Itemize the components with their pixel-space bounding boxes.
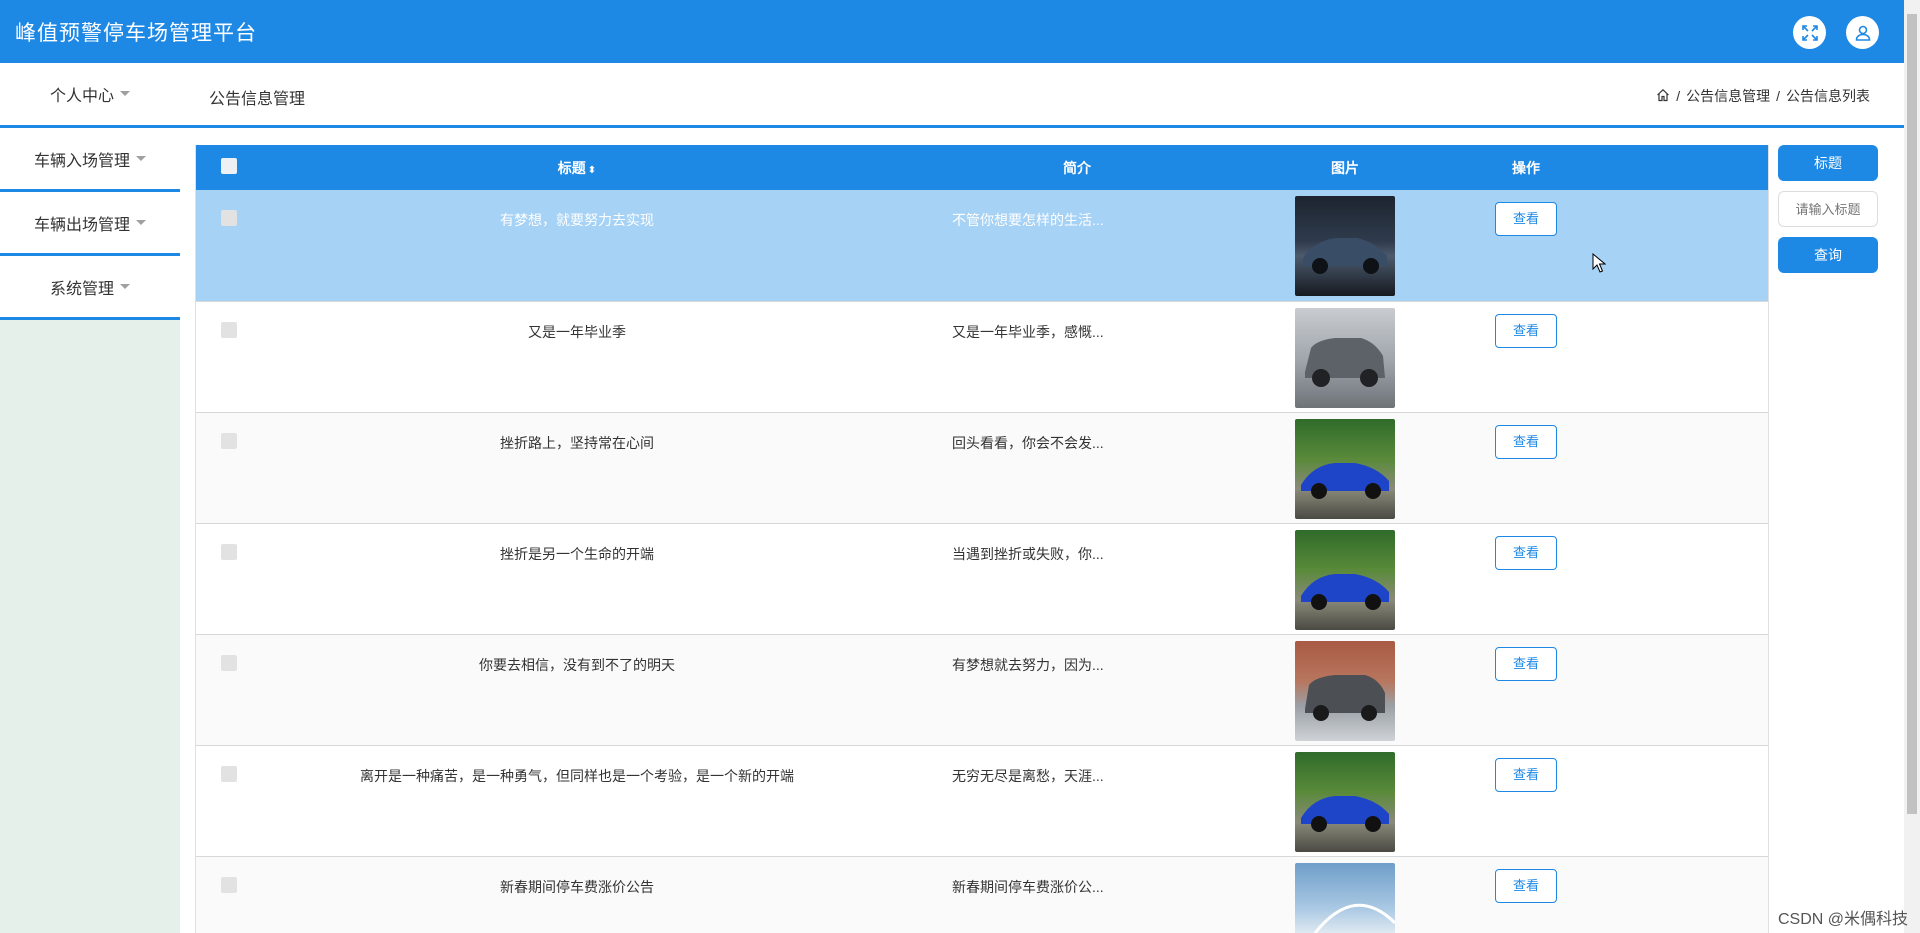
- query-button[interactable]: 查询: [1778, 237, 1878, 273]
- row-checkbox[interactable]: [221, 210, 237, 226]
- title-filter-button[interactable]: 标题: [1778, 145, 1878, 181]
- row-checkbox[interactable]: [221, 543, 237, 560]
- view-button[interactable]: 查看: [1495, 202, 1557, 236]
- row-checkbox[interactable]: [221, 876, 237, 893]
- caret-down-icon: [120, 284, 130, 289]
- header-action: 操作: [1512, 159, 1540, 176]
- row-title: 你要去相信，没有到不了的明天: [479, 656, 675, 673]
- header-image: 图片: [1331, 159, 1359, 176]
- row-title: 挫折是另一个生命的开端: [500, 545, 654, 562]
- table-row[interactable]: 挫折是另一个生命的开端 当遇到挫折或失败，你... 查看: [196, 523, 1768, 634]
- row-title: 有梦想，就要努力去实现: [500, 212, 654, 228]
- fullscreen-icon[interactable]: [1793, 16, 1826, 49]
- user-icon[interactable]: [1846, 16, 1879, 49]
- table-row[interactable]: 你要去相信，没有到不了的明天 有梦想就去努力，因为... 查看: [196, 634, 1768, 745]
- mouse-cursor-icon: [1592, 252, 1607, 278]
- sort-icon[interactable]: ⬍: [588, 165, 596, 176]
- search-input[interactable]: [1778, 191, 1878, 227]
- sidebar: 车辆入场管理 车辆出场管理 系统管理: [0, 128, 180, 933]
- row-brief: 有梦想就去努力，因为...: [952, 656, 1104, 673]
- menu-personal-center-label: 个人中心: [49, 87, 114, 105]
- header-brief: 简介: [1063, 159, 1091, 176]
- sidebar-item-vehicle-exit[interactable]: 车辆出场管理: [0, 192, 180, 256]
- row-checkbox[interactable]: [221, 321, 237, 338]
- sidebar-item-system[interactable]: 系统管理: [0, 256, 180, 320]
- row-brief: 又是一年毕业季，感慨...: [952, 323, 1104, 340]
- dark-sedan-image: [1295, 196, 1395, 296]
- view-button[interactable]: 查看: [1495, 868, 1557, 903]
- notice-table: 标题 ⬍ 简介 图片 操作 有梦想，就要努力去实现 不管你想要怎样的生活... 查…: [195, 145, 1769, 933]
- scrollbar-thumb[interactable]: [1907, 14, 1917, 814]
- row-brief: 新春期间停车费涨价公...: [952, 878, 1104, 895]
- row-checkbox[interactable]: [221, 432, 237, 449]
- caret-down-icon: [136, 220, 146, 225]
- view-button[interactable]: 查看: [1495, 646, 1557, 681]
- breadcrumb: / 公告信息管理 / 公告信息列表: [1656, 86, 1870, 106]
- home-icon[interactable]: [1656, 88, 1670, 105]
- top-bar: 峰值预警停车场管理平台: [0, 0, 1904, 63]
- sidebar-item-label: 系统管理: [49, 280, 114, 298]
- view-button[interactable]: 查看: [1495, 424, 1557, 459]
- view-button[interactable]: 查看: [1495, 535, 1557, 570]
- page-title: 公告信息管理: [209, 91, 306, 108]
- row-brief: 无穷无尽是离愁，天涯...: [952, 767, 1104, 784]
- table-row[interactable]: 新春期间停车费涨价公告 新春期间停车费涨价公... 查看: [196, 856, 1768, 933]
- table-row[interactable]: 有梦想，就要努力去实现 不管你想要怎样的生活... 查看: [196, 190, 1768, 301]
- bridge-landscape-image: [1295, 862, 1395, 933]
- breadcrumb-item[interactable]: 公告信息管理: [1686, 86, 1770, 106]
- sidebar-item-label: 车辆入场管理: [33, 152, 130, 170]
- breadcrumb-item-current: 公告信息列表: [1786, 88, 1870, 104]
- select-all-checkbox[interactable]: [221, 158, 237, 174]
- row-title: 挫折路上，坚持常在心间: [500, 434, 654, 451]
- caret-down-icon: [136, 156, 146, 161]
- table-row[interactable]: 又是一年毕业季 又是一年毕业季，感慨... 查看: [196, 301, 1768, 412]
- row-title: 新春期间停车费涨价公告: [500, 878, 654, 895]
- blue-sports-car-image: [1295, 529, 1395, 630]
- row-title: 又是一年毕业季: [528, 323, 626, 340]
- view-button[interactable]: 查看: [1495, 313, 1557, 348]
- watermark: CSDN @米偶科技: [1777, 911, 1908, 928]
- row-title: 离开是一种痛苦，是一种勇气，但同样也是一个考验，是一个新的开端: [360, 767, 794, 784]
- row-brief: 当遇到挫折或失败，你...: [952, 545, 1104, 562]
- row-brief: 不管你想要怎样的生活...: [952, 212, 1104, 228]
- row-brief: 回头看看，你会不会发...: [952, 434, 1104, 451]
- table-header-row: 标题 ⬍ 简介 图片 操作: [196, 145, 1768, 190]
- nav-bar: 个人中心 公告信息管理 / 公告信息管理 / 公告信息列表: [0, 63, 1904, 128]
- grey-minivan-image: [1295, 640, 1395, 741]
- scrollbar[interactable]: [1904, 0, 1920, 933]
- blue-sports-car-image: [1295, 418, 1395, 519]
- table-row[interactable]: 挫折路上，坚持常在心间 回头看看，你会不会发... 查看: [196, 412, 1768, 523]
- header-title[interactable]: 标题 ⬍: [262, 145, 892, 190]
- row-checkbox[interactable]: [221, 654, 237, 671]
- sidebar-item-vehicle-entry[interactable]: 车辆入场管理: [0, 128, 180, 192]
- view-button[interactable]: 查看: [1495, 757, 1557, 792]
- row-checkbox[interactable]: [221, 765, 237, 782]
- table-row[interactable]: 离开是一种痛苦，是一种勇气，但同样也是一个考验，是一个新的开端 无穷无尽是离愁，…: [196, 745, 1768, 856]
- menu-personal-center[interactable]: 个人中心: [0, 63, 180, 124]
- blue-sports-car-image: [1295, 751, 1395, 852]
- search-panel: 标题 查询: [1778, 145, 1878, 273]
- sidebar-item-label: 车辆出场管理: [33, 216, 130, 234]
- grey-suv-image: [1295, 307, 1395, 408]
- caret-down-icon: [120, 91, 130, 96]
- app-title: 峰值预警停车场管理平台: [15, 21, 257, 45]
